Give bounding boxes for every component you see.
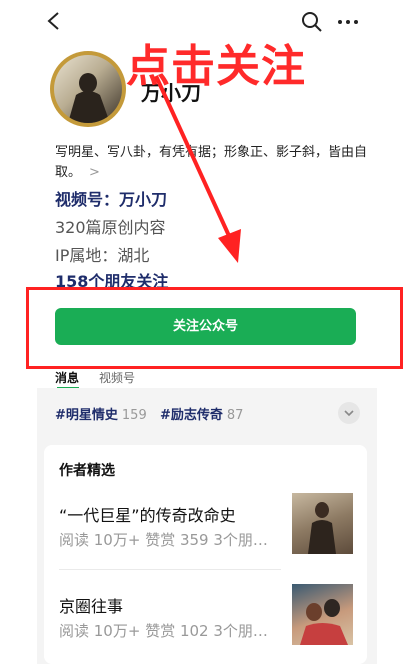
topic-tag[interactable]: #励志传奇 87 [160,404,243,423]
tab-videos[interactable]: 视频号 [99,369,135,386]
article-stats: 阅读 10万+ 赞赏 359 3个朋友看过 [59,531,281,549]
article-thumbnail[interactable] [292,493,353,554]
article-stats: 阅读 10万+ 赞赏 102 3个朋友看过 [59,622,281,640]
video-channel-link[interactable]: 视频号：万小刀 [55,186,167,210]
article-title[interactable]: 京圈往事 [59,593,123,617]
tag-name: #励志传奇 [160,408,223,423]
original-articles-count: 320篇原创内容 [55,218,166,237]
chevron-left-icon[interactable] [44,10,64,32]
annotation-label: 点击关注 [126,41,306,92]
avatar-image [54,55,122,123]
article-thumbnail[interactable] [292,584,353,645]
tab-messages[interactable]: 消息 [55,369,79,386]
bio-expand[interactable]: > [89,165,100,180]
more-icon[interactable] [337,11,359,33]
chevron-down-icon[interactable] [338,402,360,424]
tag-count: 87 [226,408,244,423]
article-divider [59,569,281,570]
tag-name: #明星情史 [55,408,118,423]
avatar[interactable] [50,51,126,127]
tag-count: 159 [121,408,147,423]
article-title[interactable]: “一代巨星”的传奇改命史 [59,502,236,526]
bio-text: 写明星、写八卦，有凭有据；形象正、影子斜，皆由自取。 [55,145,368,180]
featured-title: 作者精选 [59,463,115,479]
bio: 写明星、写八卦，有凭有据；形象正、影子斜，皆由自取。 > [55,143,373,183]
topic-tag[interactable]: #明星情史 159 [55,404,147,423]
ip-location: IP属地：湖北 [55,246,150,265]
follow-button[interactable]: 关注公众号 [55,308,356,345]
